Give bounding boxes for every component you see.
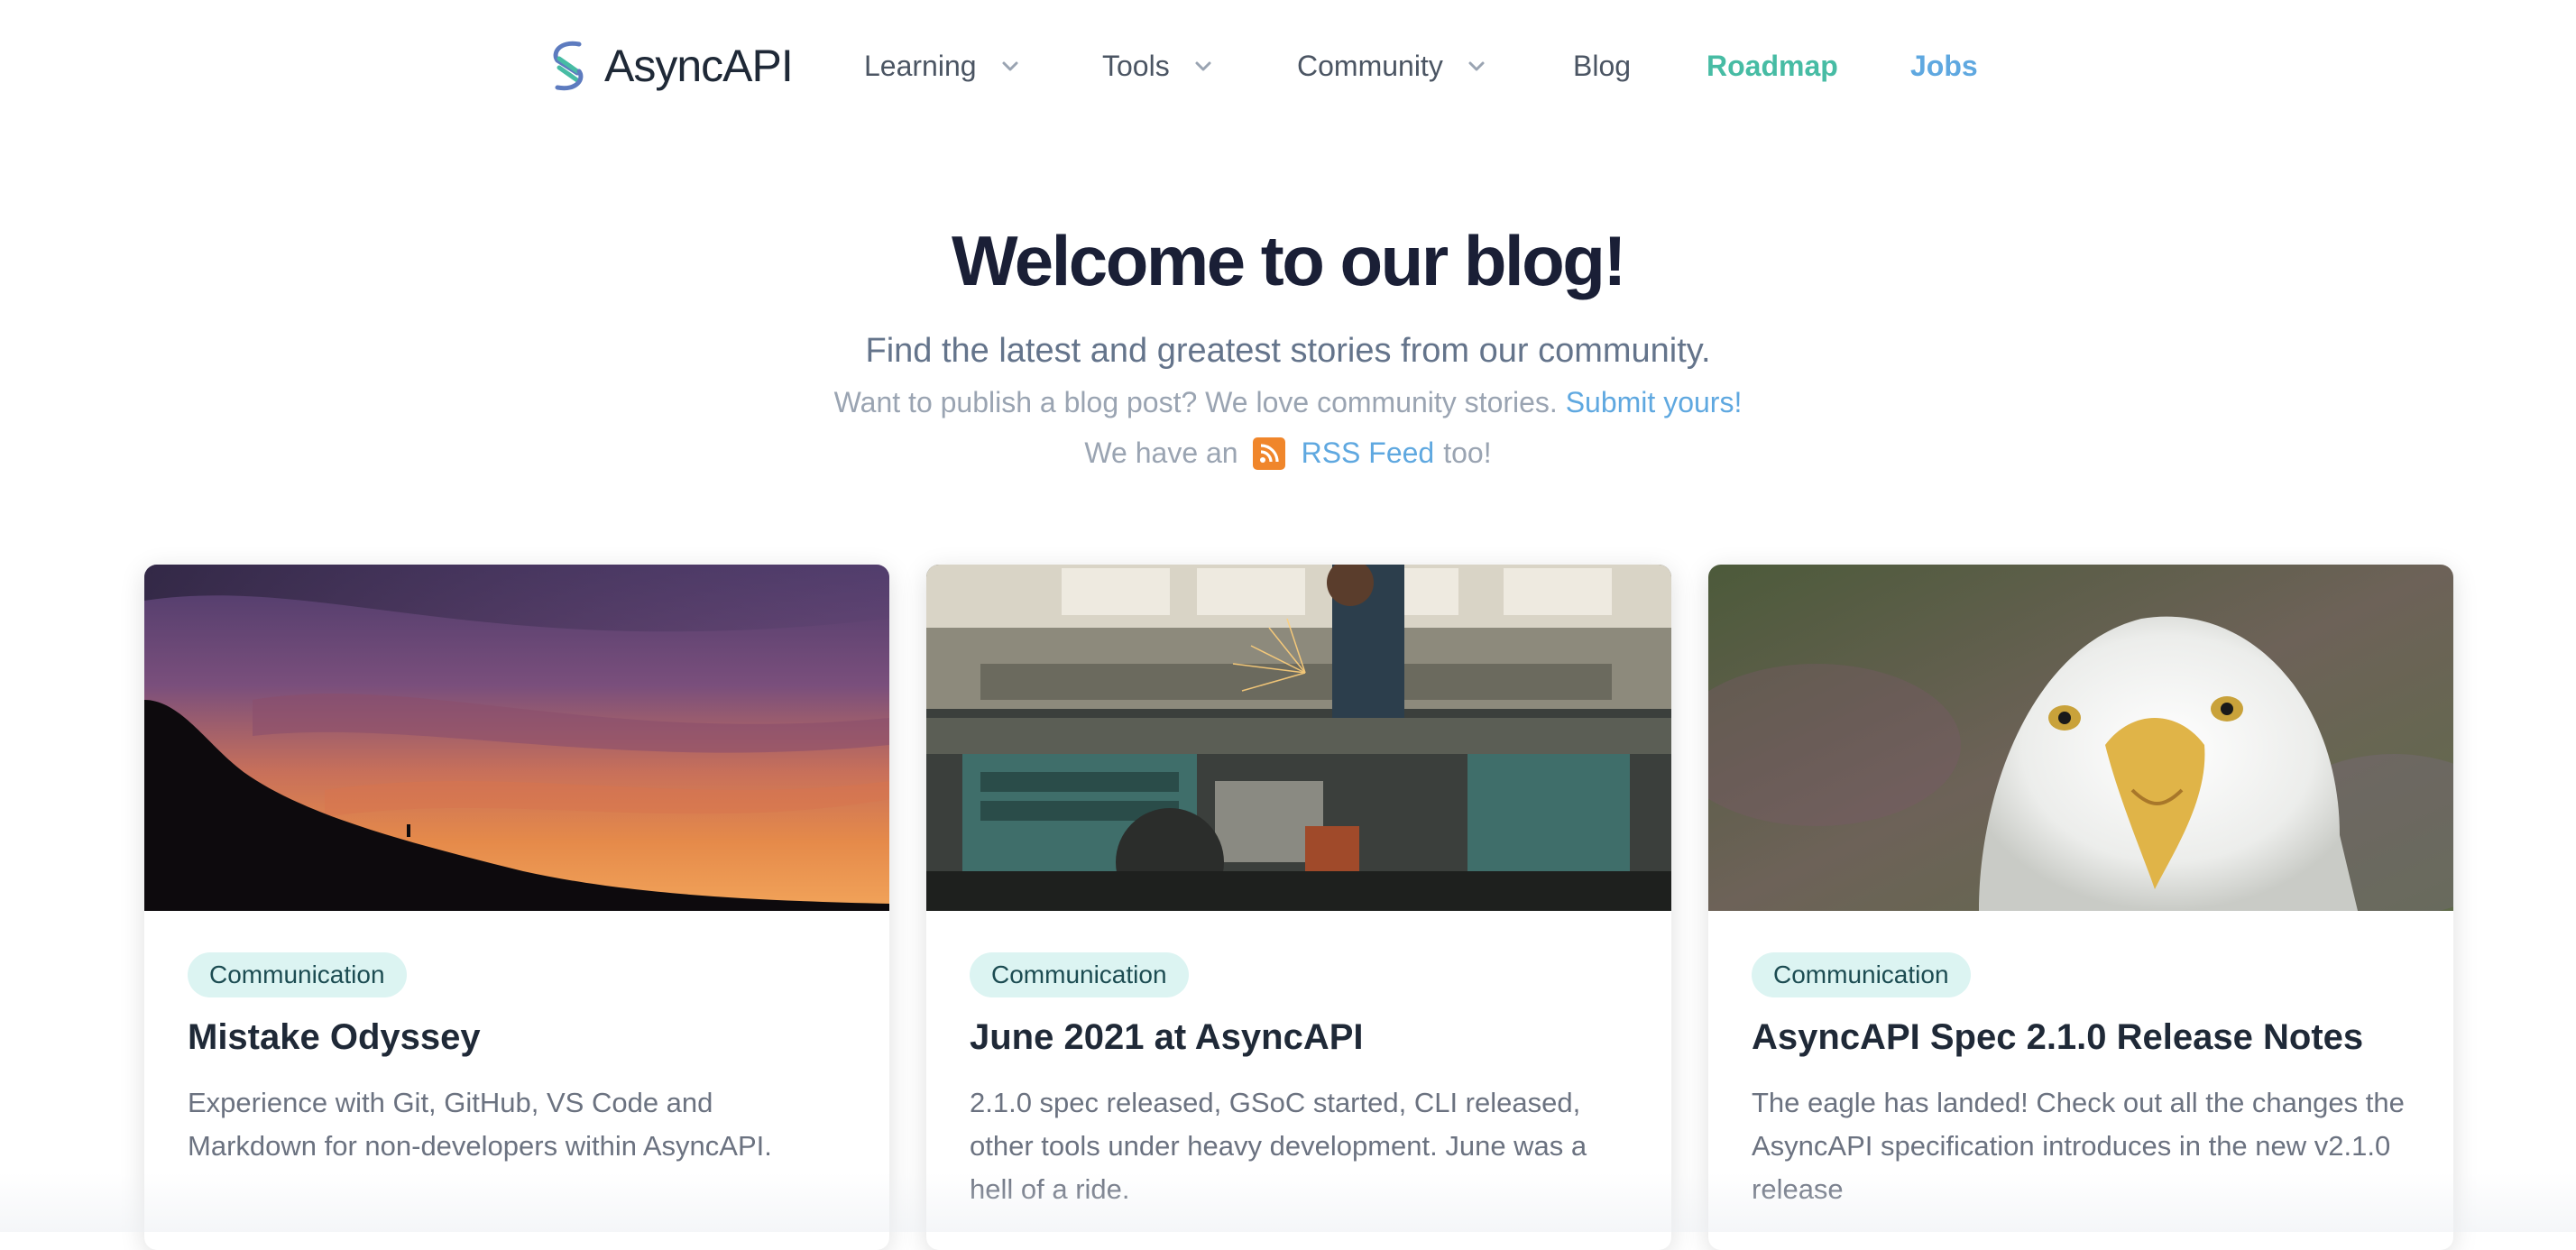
post-excerpt: Experience with Git, GitHub, VS Code and… (188, 1087, 772, 1162)
blog-post-card[interactable]: Communication AsyncAPI Spec 2.1.0 Releas… (1708, 565, 2453, 1250)
nav-jobs-label: Jobs (1910, 49, 1978, 82)
post-cover-image (1708, 565, 2453, 911)
submit-post-link[interactable]: Submit yours! (1566, 386, 1743, 418)
nav-tools-label: Tools (1102, 49, 1170, 82)
rss-prefix-text: We have an (1084, 437, 1238, 469)
rss-line: We have an RSS Feed too! (0, 437, 2576, 470)
chevron-down-icon (1191, 54, 1215, 78)
post-excerpt: The eagle has landed! Check out all the … (1752, 1087, 2405, 1205)
category-tag[interactable]: Communication (1752, 952, 1971, 997)
page-subtitle: Find the latest and greatest stories fro… (865, 332, 1711, 370)
category-tag[interactable]: Communication (970, 952, 1189, 997)
rss-suffix-text: too! (1443, 437, 1492, 469)
nav-community-label: Community (1297, 49, 1443, 82)
top-navigation: AsyncAPI Learning Tools Community Blog R… (0, 0, 2576, 133)
post-title[interactable]: Mistake Odyssey (188, 1017, 846, 1058)
nav-learning[interactable]: Learning (864, 45, 1022, 87)
nav-tools[interactable]: Tools (1102, 45, 1215, 87)
post-title[interactable]: June 2021 at AsyncAPI (970, 1017, 1628, 1058)
category-tag[interactable]: Communication (188, 952, 407, 997)
rss-icon (1252, 437, 1285, 470)
post-cover-image (926, 565, 1671, 911)
logo-text: AsyncAPI (604, 41, 794, 91)
nav-blog[interactable]: Blog (1573, 45, 1631, 87)
post-cover-image (144, 565, 889, 911)
publish-prompt-text: Want to publish a blog post? We love com… (833, 386, 1558, 418)
chevron-down-icon (998, 54, 1022, 78)
blog-post-card[interactable]: Communication Mistake Odyssey Experience… (144, 565, 889, 1250)
asyncapi-logo[interactable]: AsyncAPI (547, 34, 794, 97)
publish-prompt-line: Want to publish a blog post? We love com… (0, 386, 2576, 419)
chevron-down-icon (1465, 54, 1488, 78)
page-title: Welcome to our blog! (952, 221, 1626, 300)
rss-feed-link[interactable]: RSS Feed (1302, 437, 1435, 470)
nav-blog-label: Blog (1573, 49, 1632, 82)
nav-learning-label: Learning (864, 49, 977, 82)
post-excerpt: 2.1.0 spec released, GSoC started, CLI r… (970, 1087, 1587, 1205)
asyncapi-logo-icon (553, 41, 584, 91)
nav-jobs[interactable]: Jobs (1910, 45, 1978, 87)
nav-roadmap-label: Roadmap (1707, 49, 1838, 82)
nav-community[interactable]: Community (1297, 45, 1488, 87)
blog-post-card[interactable]: Communication June 2021 at AsyncAPI 2.1.… (926, 565, 1671, 1250)
post-title[interactable]: AsyncAPI Spec 2.1.0 Release Notes (1752, 1017, 2410, 1058)
nav-roadmap[interactable]: Roadmap (1707, 45, 1838, 87)
